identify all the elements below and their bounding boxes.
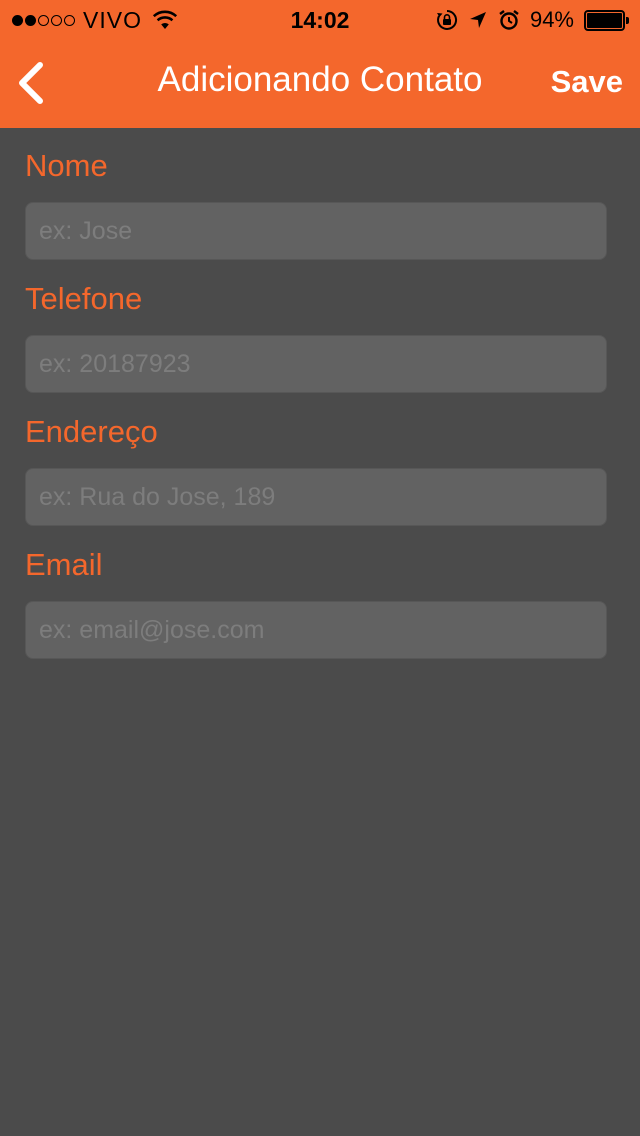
page-title: Adicionando Contato xyxy=(157,60,483,99)
status-bar: VIVO 14:02 94% xyxy=(0,0,640,40)
field-email: Email xyxy=(25,527,607,660)
field-label-nome: Nome xyxy=(25,148,108,183)
field-nome: Nome xyxy=(25,128,607,261)
alarm-icon xyxy=(499,10,519,30)
app-header: VIVO 14:02 94% Adicionando Contato Save xyxy=(0,0,640,128)
field-label-telefone: Telefone xyxy=(25,281,143,316)
location-arrow-icon xyxy=(469,12,486,28)
save-button[interactable]: Save xyxy=(551,64,623,100)
battery-percentage: 94% xyxy=(529,7,574,32)
address-input[interactable] xyxy=(25,468,607,526)
battery-icon xyxy=(584,9,630,31)
contact-form: Nome Telefone Endereço Email xyxy=(25,128,607,660)
name-input[interactable] xyxy=(25,202,607,260)
field-label-endereco: Endereço xyxy=(25,414,158,449)
field-label-email: Email xyxy=(25,547,103,582)
navigation-bar: Adicionando Contato Save xyxy=(0,40,640,128)
status-right: 94% xyxy=(436,7,630,33)
field-endereco: Endereço xyxy=(25,394,607,527)
phone-input[interactable] xyxy=(25,335,607,393)
field-telefone: Telefone xyxy=(25,261,607,394)
email-input[interactable] xyxy=(25,601,607,659)
rotation-lock-icon xyxy=(436,9,457,30)
